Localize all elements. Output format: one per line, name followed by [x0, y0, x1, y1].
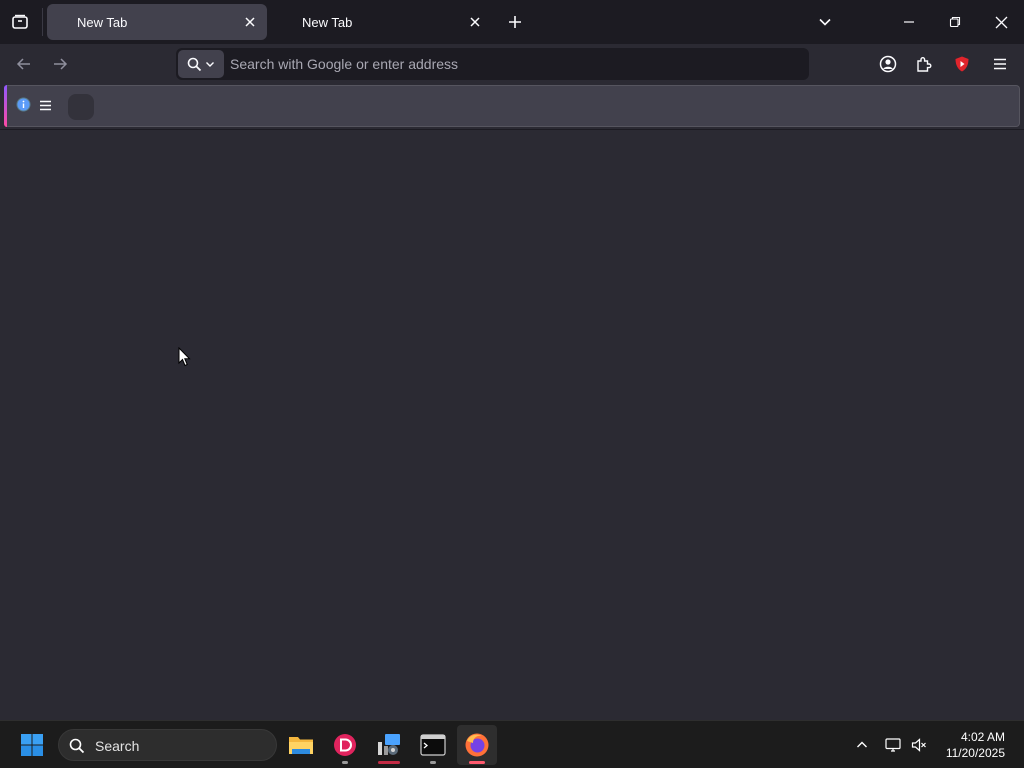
windows-logo-icon [21, 734, 43, 756]
task-manager-app[interactable] [369, 725, 409, 765]
tab-close-button[interactable] [466, 13, 484, 31]
list-all-tabs-button[interactable] [813, 10, 837, 34]
clock-time: 4:02 AM [960, 730, 1005, 744]
firefox-view-icon [12, 14, 28, 29]
show-hidden-icons-button[interactable] [851, 733, 873, 757]
search-engine-button[interactable] [178, 50, 224, 78]
tab-label: New Tab [302, 15, 353, 30]
hamburger-menu-icon [994, 58, 1006, 70]
back-button[interactable] [12, 52, 36, 76]
windows-taskbar: Search 4:02 AM 11/20/2025 [0, 720, 1024, 768]
folder-icon [289, 737, 313, 754]
address-bar[interactable] [176, 48, 809, 80]
ublock-extension-button[interactable] [950, 52, 974, 76]
account-button[interactable] [876, 52, 900, 76]
shield-icon [955, 56, 969, 72]
chevron-down-icon [206, 62, 214, 67]
network-icon [885, 738, 901, 752]
running-indicator [378, 761, 400, 764]
monitor-chart-icon [378, 734, 400, 755]
start-button[interactable] [12, 725, 52, 765]
chevron-down-icon [819, 18, 831, 26]
minimize-icon [904, 21, 914, 23]
minimize-button[interactable] [894, 8, 924, 36]
active-app-indicator [469, 761, 485, 764]
hamburger-menu-icon [39, 100, 51, 110]
tab-strip: New Tab New Tab [0, 0, 1024, 44]
taskbar-search-box[interactable]: Search [58, 729, 277, 761]
close-icon [995, 16, 1007, 28]
info-icon [15, 96, 31, 112]
search-icon [69, 738, 85, 754]
forward-button[interactable] [48, 52, 72, 76]
account-icon [879, 55, 897, 73]
tab-close-button[interactable] [241, 13, 259, 31]
new-tab-button[interactable] [503, 10, 527, 34]
running-indicator [342, 761, 348, 764]
extensions-button[interactable] [912, 52, 936, 76]
app-menu-button[interactable] [988, 52, 1012, 76]
tab-label: New Tab [77, 15, 128, 30]
notification-placeholder-button[interactable] [68, 94, 94, 120]
firefox-logo-icon [465, 733, 489, 757]
mouse-cursor-icon [178, 347, 191, 367]
taskbar-search-placeholder: Search [95, 738, 140, 754]
volume-muted-button[interactable] [908, 733, 930, 757]
restore-button[interactable] [940, 8, 970, 36]
close-icon [245, 17, 255, 27]
terminal-app[interactable] [413, 725, 453, 765]
clock-date: 11/20/2025 [945, 746, 1005, 760]
close-window-button[interactable] [986, 8, 1016, 36]
tab-new-tab[interactable]: New Tab [272, 4, 492, 40]
navigation-toolbar [0, 44, 1024, 84]
page-content-area[interactable] [0, 130, 1024, 720]
arrow-right-icon [54, 58, 68, 70]
firefox-app[interactable] [457, 725, 497, 765]
restore-icon [949, 16, 961, 28]
file-explorer-app[interactable] [281, 725, 321, 765]
red-d-app[interactable] [325, 725, 365, 765]
notification-accent-stripe [4, 85, 7, 127]
system-clock[interactable]: 4:02 AM 11/20/2025 [946, 729, 1005, 761]
network-status-button[interactable] [882, 733, 904, 757]
close-icon [470, 17, 480, 27]
puzzle-piece-icon [917, 57, 932, 72]
search-icon [187, 57, 202, 71]
running-indicator [430, 761, 436, 764]
terminal-icon [420, 734, 446, 756]
tab-new-tab-active[interactable]: New Tab [47, 4, 267, 40]
tabstrip-divider [42, 8, 43, 36]
arrow-left-icon [16, 58, 30, 70]
notification-menu-button[interactable] [36, 96, 54, 114]
speaker-muted-icon [911, 738, 926, 752]
chevron-up-icon [857, 741, 867, 748]
info-notification-bar [4, 85, 1020, 127]
red-d-app-icon [334, 734, 356, 756]
plus-icon [509, 16, 521, 28]
firefox-view-button[interactable] [8, 10, 32, 34]
address-input[interactable] [230, 48, 800, 80]
